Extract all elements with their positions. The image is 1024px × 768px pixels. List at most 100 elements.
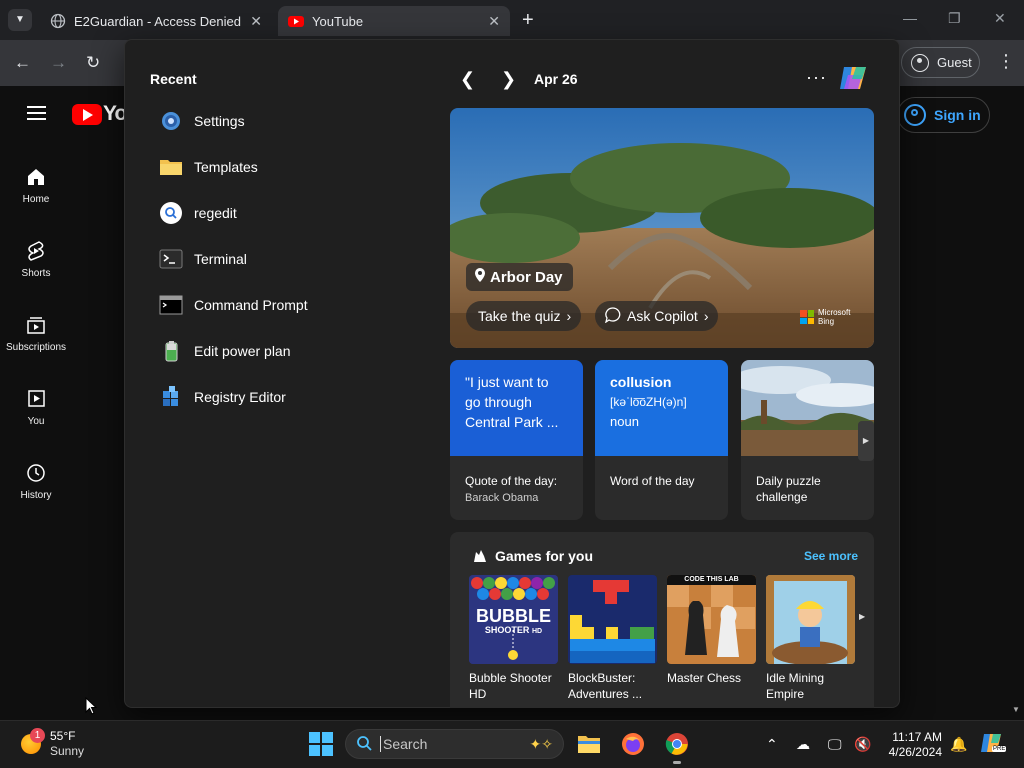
quote-text: "I just want to go through Central Park … xyxy=(450,360,583,456)
hamburger-menu-icon[interactable] xyxy=(27,106,46,120)
new-tab-button[interactable]: + xyxy=(522,9,534,32)
card-caption: Daily puzzle challenge xyxy=(756,474,821,504)
see-more-link[interactable]: See more xyxy=(804,549,858,563)
game-tile-bubble-shooter[interactable]: BUBBLE SHOOTER HD xyxy=(469,575,558,664)
minimize-icon[interactable]: — xyxy=(903,10,917,26)
games-title: Games for you xyxy=(495,548,594,564)
weather-notification-badge: 1 xyxy=(30,728,45,743)
clock[interactable]: 11:17 AM 4/26/2024 xyxy=(884,730,942,760)
firefox-icon[interactable] xyxy=(621,732,645,761)
game-tile-master-chess[interactable]: CODE THIS LAB xyxy=(667,575,756,664)
quote-author: Barack Obama xyxy=(465,492,539,504)
home-icon xyxy=(28,169,44,185)
more-options-icon[interactable]: ··· xyxy=(806,67,827,88)
nav-history[interactable]: History xyxy=(0,462,72,501)
start-button[interactable] xyxy=(309,732,333,761)
scroll-down-arrow-icon[interactable]: ▼ xyxy=(1012,705,1020,714)
recent-item-registry-editor[interactable]: Registry Editor xyxy=(158,382,286,412)
idle-mining-art xyxy=(766,575,855,664)
youtube-icon xyxy=(288,13,304,29)
tab-e2guardian[interactable]: E2Guardian - Access Denied ✕ xyxy=(40,6,272,36)
settings-gear-icon xyxy=(158,109,184,133)
chrome-icon[interactable] xyxy=(665,732,689,761)
close-tab-icon[interactable]: ✕ xyxy=(488,13,500,30)
subscriptions-icon xyxy=(27,317,45,334)
part-of-speech: noun xyxy=(610,414,639,429)
nav-shorts[interactable]: Shorts xyxy=(0,240,72,279)
nav-home[interactable]: Home xyxy=(0,166,72,205)
weather-widget[interactable]: 55°F Sunny xyxy=(50,729,84,759)
battery-icon xyxy=(158,339,184,363)
recent-item-edit-power-plan[interactable]: Edit power plan xyxy=(158,336,291,366)
bing-line2: Bing xyxy=(818,317,835,326)
profile-guest-button[interactable]: Guest xyxy=(901,47,980,78)
copilot-icon[interactable] xyxy=(838,63,870,98)
recent-item-terminal[interactable]: Terminal xyxy=(158,244,247,274)
history-icon xyxy=(27,464,45,482)
forward-arrow-icon[interactable]: → xyxy=(50,53,67,73)
game-tile-idle-mining[interactable] xyxy=(766,575,855,664)
recent-item-settings[interactable]: Settings xyxy=(158,106,245,136)
game-name[interactable]: BlockBuster: Adventures ... xyxy=(568,670,663,702)
bing-line1: Microsoft xyxy=(818,308,851,317)
game-tile-blockbuster[interactable] xyxy=(568,575,657,664)
close-tab-icon[interactable]: ✕ xyxy=(250,13,262,30)
game-name[interactable]: Bubble Shooter HD xyxy=(469,670,564,702)
next-day-chevron-icon[interactable]: ❯ xyxy=(501,69,516,90)
sign-in-button[interactable]: Sign in xyxy=(897,97,990,133)
nav-you[interactable]: You xyxy=(0,388,72,427)
recent-item-label: Registry Editor xyxy=(194,389,286,405)
take-quiz-button[interactable]: Take the quiz › xyxy=(466,301,582,331)
show-hidden-icons-chevron-icon[interactable]: ⌃ xyxy=(766,736,778,753)
tab-youtube[interactable]: YouTube ✕ xyxy=(278,6,510,36)
network-icon[interactable]: 🖵 xyxy=(828,736,842,753)
onedrive-offline-icon[interactable]: ☁ xyxy=(796,736,810,753)
sign-in-label: Sign in xyxy=(934,107,981,123)
chrome-active-indicator xyxy=(673,761,681,764)
folder-icon xyxy=(158,155,184,179)
game-name[interactable]: Idle Mining Empire xyxy=(766,670,861,702)
games-next-arrow-icon[interactable]: ▶ xyxy=(859,612,865,621)
chat-bubble-icon xyxy=(604,306,621,326)
youtube-logo-icon[interactable] xyxy=(72,104,102,125)
word-of-the-day-card[interactable]: collusion [kəˈlo͞oZH(ə)n] noun Word of t… xyxy=(595,360,728,520)
terminal-icon xyxy=(158,247,184,271)
shorts-icon xyxy=(28,241,44,261)
ask-copilot-button[interactable]: Ask Copilot › xyxy=(595,301,719,331)
nav-subscriptions[interactable]: Subscriptions xyxy=(0,314,72,353)
quote-caption: Quote of the day: xyxy=(465,474,558,488)
browser-menu-icon[interactable]: ⋮ xyxy=(997,51,1015,72)
daily-puzzle-card[interactable]: Daily puzzle challenge xyxy=(741,360,874,520)
copilot-taskbar-icon[interactable]: PRE xyxy=(980,731,1007,760)
tab-search-dropdown[interactable]: ▼ xyxy=(8,9,32,31)
clock-date: 4/26/2024 xyxy=(888,745,942,759)
notifications-bell-icon[interactable]: 🔔 xyxy=(950,736,967,753)
back-arrow-icon[interactable]: ← xyxy=(14,53,31,73)
recent-item-command-prompt[interactable]: Command Prompt xyxy=(158,290,308,320)
location-chip[interactable]: Arbor Day xyxy=(466,263,573,291)
volume-muted-icon[interactable]: 🔇 xyxy=(854,736,871,753)
quote-of-the-day-card[interactable]: "I just want to go through Central Park … xyxy=(450,360,583,520)
reload-icon[interactable]: ↻ xyxy=(86,53,100,73)
file-explorer-icon[interactable] xyxy=(577,733,601,760)
recent-item-label: Edit power plan xyxy=(194,343,291,359)
restore-icon[interactable]: ❐ xyxy=(948,10,961,27)
taskbar-search-box[interactable]: Search ✦✧ xyxy=(345,729,564,759)
game-name[interactable]: Master Chess xyxy=(667,670,762,686)
weather-temp: 55°F xyxy=(50,729,76,743)
search-icon xyxy=(158,201,184,225)
recent-item-templates[interactable]: Templates xyxy=(158,152,258,182)
puzzle-landscape xyxy=(741,360,874,456)
copilot-label: Ask Copilot xyxy=(627,308,698,324)
cards-next-arrow-icon[interactable]: ▶ xyxy=(858,421,874,461)
recent-item-label: Command Prompt xyxy=(194,297,308,313)
location-label: Arbor Day xyxy=(490,268,563,286)
your-channel-icon xyxy=(28,390,45,407)
recent-item-label: Settings xyxy=(194,113,245,129)
previous-day-chevron-icon[interactable]: ❮ xyxy=(460,69,475,90)
recent-item-regedit[interactable]: regedit xyxy=(158,198,237,228)
close-window-icon[interactable]: ✕ xyxy=(994,10,1006,27)
registry-icon xyxy=(158,385,184,409)
weather-condition: Sunny xyxy=(50,744,85,758)
chevron-down-icon: ▼ xyxy=(15,14,25,25)
